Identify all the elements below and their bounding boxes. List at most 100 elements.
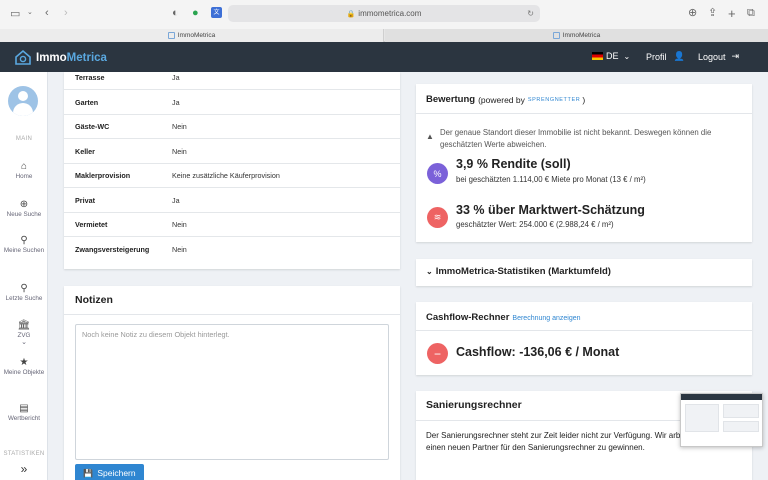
notes-textarea[interactable]: Noch keine Notiz zu diesem Objekt hinter…	[75, 324, 389, 460]
show-calculation-link[interactable]: Berechnung anzeigen	[512, 315, 580, 322]
logo-text-metrica: Metrica	[66, 51, 107, 64]
language-label: DE	[606, 51, 619, 61]
translate-extension-icon[interactable]: 文	[211, 7, 222, 18]
tab-immometrica-1[interactable]: ImmoMetrica	[0, 29, 384, 42]
warning-icon: ▲	[426, 132, 434, 141]
detail-value: Nein	[172, 245, 187, 254]
chevron-down-icon: ⌄	[426, 267, 433, 276]
reload-icon[interactable]: ↻	[527, 9, 534, 18]
floppy-disk-icon: 💾	[83, 468, 94, 478]
sidebar-item-report[interactable]: ▤ Wertbericht	[0, 403, 48, 423]
notes-placeholder: Noch keine Notiz zu diesem Objekt hinter…	[82, 330, 230, 339]
detail-row: Maklerprovision Keine zusätzliche Käuferp…	[64, 163, 400, 188]
detail-value: Ja	[172, 97, 180, 107]
percent-icon: %	[427, 163, 448, 184]
sidebar-section-main: MAIN	[15, 136, 33, 142]
evernote-extension-icon[interactable]: ●	[192, 8, 199, 19]
logout-link[interactable]: Logout ⇥	[698, 51, 739, 62]
detail-value: Ja	[172, 72, 180, 82]
logout-label: Logout	[698, 51, 726, 62]
tab-overview-icon[interactable]: ⧉	[747, 8, 755, 19]
powered-by-label: (powered by	[478, 94, 525, 105]
thumbnail-panel-right	[723, 404, 759, 418]
cashflow-header: Cashflow-Rechner Berechnung anzeigen	[426, 312, 581, 323]
tab-bar: ImmoMetrica ImmoMetrica	[0, 29, 768, 42]
detail-value: Nein	[172, 121, 187, 131]
favicon-icon	[167, 32, 175, 39]
address-bar[interactable]: 🔒 immometrica.com ↻	[228, 5, 540, 22]
detail-key: Terrasse	[75, 72, 105, 82]
save-button[interactable]: 💾 Speichern	[75, 464, 144, 480]
divider	[416, 330, 752, 331]
valuation-header: Bewertung (powered by SPRENGNETTER )	[426, 94, 585, 105]
sidebar-section-stats: STATISTIKEN	[3, 451, 45, 457]
sidebar: MAIN ⌂ Home ⊕ Neue Suche ⚲ Meine Suchen ⚲ Le…	[0, 72, 48, 480]
detail-key: Maklerprovision	[75, 170, 131, 180]
language-selector[interactable]: DE ⌄	[592, 51, 630, 61]
search-icon: ⚲	[20, 283, 28, 294]
logo[interactable]: Immo Metrica	[14, 49, 107, 66]
tab-label: ImmoMetrica	[562, 32, 601, 39]
report-icon: ▤	[19, 403, 29, 414]
new-tab-icon[interactable]: +	[728, 7, 736, 20]
detail-value: Ja	[172, 195, 180, 205]
share-icon[interactable]: ⇪	[708, 8, 717, 19]
search-plus-icon: ⊕	[19, 199, 29, 210]
avatar[interactable]	[8, 86, 38, 116]
profile-link[interactable]: Profil 👤	[646, 51, 685, 62]
thumbnail-panel-right-2	[723, 421, 759, 432]
yield-subtitle: bei geschätzten 1.114,00 € Miete pro Mon…	[456, 175, 646, 184]
screenshot-thumbnail[interactable]	[680, 393, 763, 447]
detail-key: Privat	[75, 195, 95, 205]
tab-label: ImmoMetrica	[177, 32, 216, 39]
cashflow-title: Cashflow-Rechner	[426, 312, 510, 323]
detail-row: Gäste-WC Nein	[64, 114, 400, 139]
chevron-down-icon: ⌄	[623, 51, 631, 61]
privacy-shield-icon[interactable]: ◐	[172, 8, 179, 19]
german-flag-icon	[592, 52, 603, 60]
forward-icon[interactable]: ›	[64, 8, 68, 19]
sidebar-item-my-objects[interactable]: ★ Meine Objekte	[0, 357, 48, 377]
sprengnetter-logo[interactable]: SPRENGNETTER	[528, 97, 580, 103]
sidebar-toggle-icon[interactable]: ▭	[10, 9, 20, 20]
detail-row: Privat Ja	[64, 188, 400, 213]
detail-key: Keller	[75, 146, 95, 156]
detail-row: Terrasse Ja	[64, 65, 400, 90]
money-icon: ≋	[427, 207, 448, 228]
back-icon[interactable]: ‹	[45, 8, 49, 19]
lock-icon: 🔒	[346, 10, 356, 18]
sidebar-expand-icon[interactable]: »	[0, 462, 48, 476]
detail-key: Vermietet	[75, 219, 108, 229]
sidebar-item-last-search[interactable]: ⚲ Letzte Suche	[0, 283, 48, 303]
user-icon: 👤	[673, 51, 685, 61]
divider	[64, 314, 400, 315]
profile-label: Profil	[646, 51, 667, 62]
detail-key: Garten	[75, 97, 99, 107]
favicon-icon	[552, 32, 560, 39]
star-icon: ★	[19, 357, 29, 368]
thumbnail-panel-left	[685, 404, 719, 432]
detail-row: Keller Nein	[64, 139, 400, 164]
browser-toolbar: ▭ ⌄ ‹ › ◐ ● 文 🔒 immometrica.com ↻ ⊕ ⇪ + …	[0, 0, 768, 29]
minus-icon: −	[427, 343, 448, 364]
chevron-down-icon: ⌄	[21, 339, 27, 346]
detail-row: Zwangsversteigerung Nein	[64, 237, 400, 262]
sidebar-item-my-searches[interactable]: ⚲ Meine Suchen	[0, 235, 48, 255]
tab-immometrica-2[interactable]: ImmoMetrica	[385, 29, 768, 42]
yield-title: 3,9 % Rendite (soll)	[456, 157, 571, 171]
logo-text-immo: Immo	[36, 51, 67, 64]
market-title: 33 % über Marktwert-Schätzung	[456, 203, 645, 217]
stats-header[interactable]: ⌄ ImmoMetrica-Statistiken (Marktumfeld)	[426, 266, 611, 277]
downloads-icon[interactable]: ⊕	[688, 8, 697, 19]
house-logo-icon	[15, 49, 31, 65]
sidebar-item-home[interactable]: ⌂ Home	[0, 161, 48, 181]
location-warning: Der genaue Standort dieser Immobilie ist…	[440, 128, 712, 149]
detail-row: Vermietet Nein	[64, 212, 400, 237]
save-label: Speichern	[97, 468, 136, 478]
chevron-down-icon[interactable]: ⌄	[27, 9, 33, 16]
url-text: immometrica.com	[358, 9, 422, 18]
sidebar-item-new-search[interactable]: ⊕ Neue Suche	[0, 199, 48, 219]
detail-value: Nein	[172, 146, 187, 156]
sidebar-item-zvg[interactable]: 🏛 ZVG ⌄	[0, 320, 48, 346]
detail-key: Zwangsversteigerung	[75, 245, 150, 254]
